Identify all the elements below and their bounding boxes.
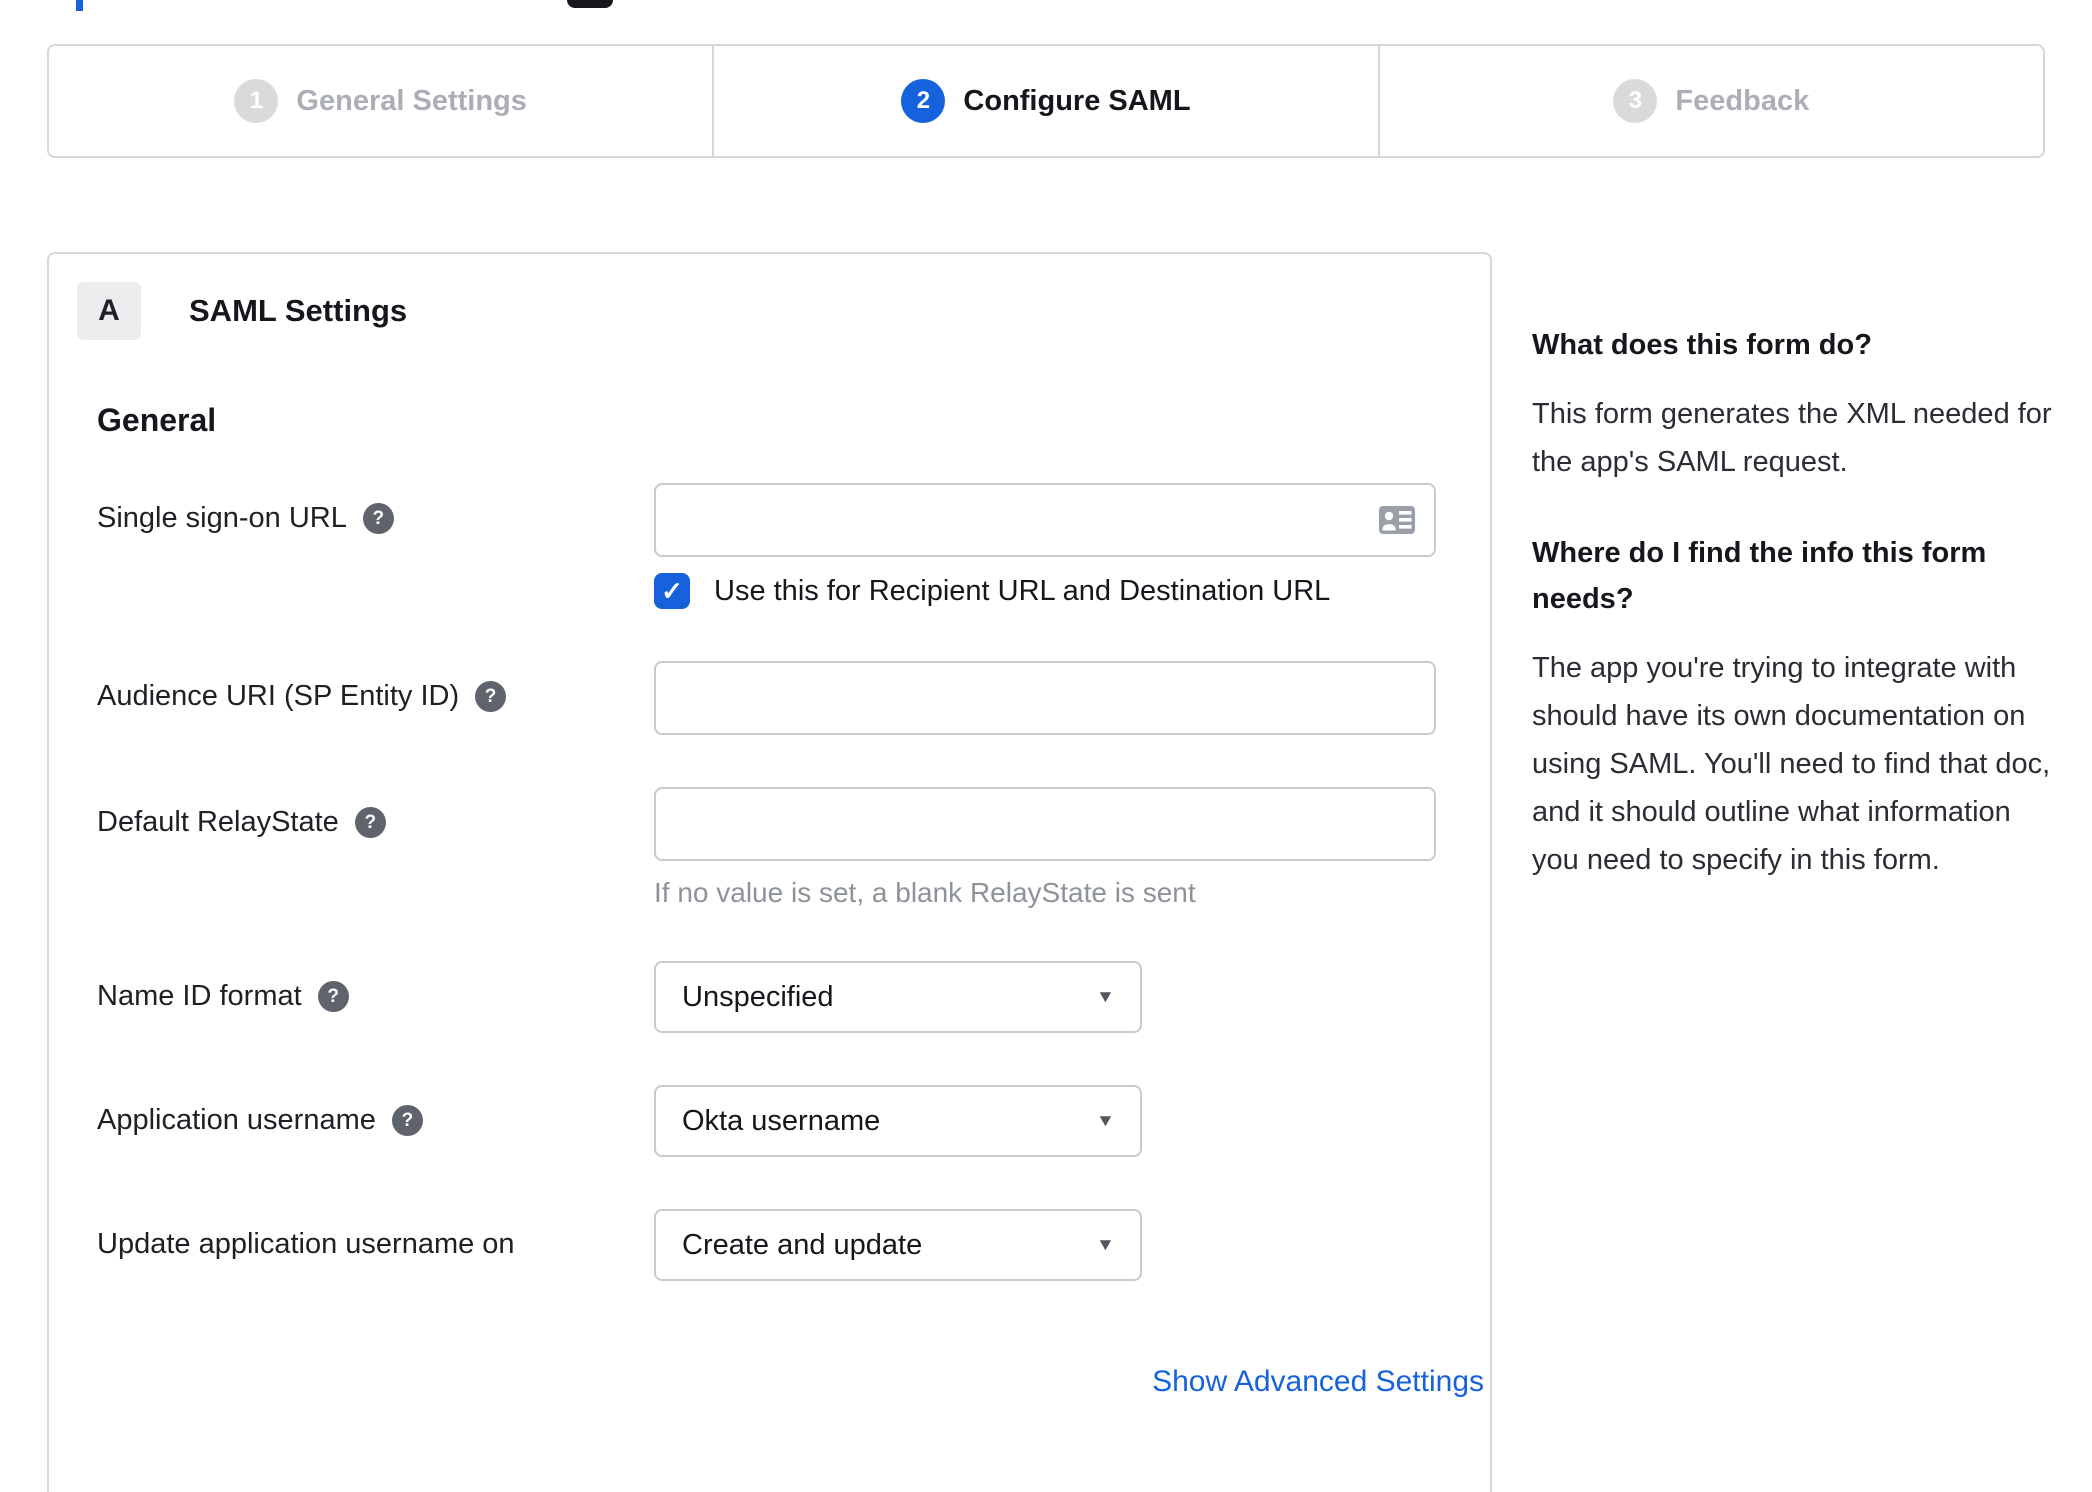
update-username-label: Update application username on: [97, 1228, 515, 1260]
chevron-down-icon: ▼: [1095, 987, 1116, 1006]
step-3-label: Feedback: [1675, 84, 1810, 117]
name-id-format-label: Name ID format: [97, 980, 302, 1012]
audience-uri-help-icon[interactable]: ?: [475, 681, 507, 712]
application-username-help-icon[interactable]: ?: [391, 1105, 423, 1136]
step-2-label: Configure SAML: [963, 84, 1191, 117]
chevron-down-icon: ▼: [1095, 1235, 1116, 1254]
name-id-format-row: Name ID format ? Unspecified ▼: [97, 961, 1442, 1033]
application-username-row: Application username ? Okta username ▼: [97, 1085, 1442, 1157]
saml-settings-panel: A SAML Settings General Single sign-on U…: [47, 252, 1492, 1492]
show-advanced-settings-link[interactable]: Show Advanced Settings: [1152, 1365, 1484, 1398]
step-3-number-badge: 3: [1613, 79, 1658, 123]
contact-card-icon: [1379, 506, 1415, 534]
sso-url-row: Single sign-on URL ? ✓ Use this for Reci…: [97, 483, 1442, 609]
application-username-select[interactable]: Okta username ▼: [654, 1085, 1142, 1157]
wizard-stepper: 1 General Settings 2 Configure SAML 3 Fe…: [47, 44, 2045, 158]
name-id-format-select[interactable]: Unspecified ▼: [654, 961, 1142, 1033]
application-username-label: Application username: [97, 1104, 376, 1136]
application-username-value: Okta username: [682, 1104, 881, 1137]
help-sidebar: What does this form do? This form genera…: [1532, 322, 2052, 884]
sso-url-help-icon[interactable]: ?: [362, 503, 394, 534]
sidebar-q2-title: Where do I find the info this form needs…: [1532, 537, 1987, 615]
name-id-format-help-icon[interactable]: ?: [317, 981, 349, 1012]
relaystate-help-icon[interactable]: ?: [354, 807, 386, 838]
step-general-settings[interactable]: 1 General Settings: [49, 46, 712, 156]
clipped-app-logo-fragment: [567, 0, 613, 8]
general-section-heading: General: [97, 402, 217, 438]
sidebar-q2-body: The app you're trying to integrate with …: [1532, 652, 2051, 876]
step-1-label: General Settings: [296, 84, 527, 117]
sso-url-label: Single sign-on URL: [97, 502, 347, 534]
update-username-select[interactable]: Create and update ▼: [654, 1209, 1142, 1281]
update-username-value: Create and update: [682, 1228, 923, 1261]
checkmark-icon: ✓: [661, 576, 683, 606]
clipped-page-title-fragment: [76, 0, 83, 11]
sidebar-q1-body: This form generates the XML needed for t…: [1532, 398, 2052, 478]
name-id-format-value: Unspecified: [682, 980, 834, 1013]
relaystate-input[interactable]: [654, 787, 1436, 861]
audience-uri-input[interactable]: [654, 661, 1436, 735]
section-a-badge: A: [77, 282, 141, 340]
advanced-settings-row: Show Advanced Settings: [97, 1365, 1484, 1399]
panel-title: SAML Settings: [189, 293, 408, 328]
sso-url-input[interactable]: [654, 483, 1436, 557]
step-configure-saml[interactable]: 2 Configure SAML: [712, 46, 1377, 156]
recipient-url-checkbox-row: ✓ Use this for Recipient URL and Destina…: [654, 573, 1442, 609]
update-username-row: Update application username on Create an…: [97, 1209, 1442, 1281]
recipient-url-checkbox-label: Use this for Recipient URL and Destinati…: [714, 574, 1331, 607]
step-1-number-badge: 1: [234, 79, 279, 123]
step-feedback[interactable]: 3 Feedback: [1377, 46, 2043, 156]
step-2-number-badge: 2: [901, 79, 946, 123]
relaystate-label: Default RelayState: [97, 806, 339, 838]
audience-uri-row: Audience URI (SP Entity ID) ?: [97, 661, 1442, 735]
panel-header: A SAML Settings: [77, 282, 1442, 340]
relaystate-hint: If no value is set, a blank RelayState i…: [654, 877, 1196, 908]
relaystate-row: Default RelayState ? If no value is set,…: [97, 787, 1442, 909]
sidebar-q1-title: What does this form do?: [1532, 329, 1872, 361]
audience-uri-label: Audience URI (SP Entity ID): [97, 680, 460, 712]
recipient-url-checkbox[interactable]: ✓: [654, 573, 690, 609]
chevron-down-icon: ▼: [1095, 1111, 1116, 1130]
